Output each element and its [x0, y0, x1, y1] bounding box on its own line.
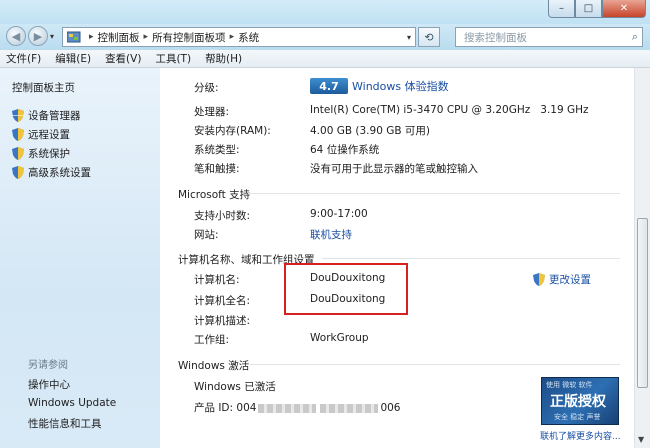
product-id-suffix: 006 — [380, 402, 401, 414]
search-placeholder: 搜索控制面板 — [464, 31, 527, 44]
scroll-down-icon[interactable]: ▼ — [638, 435, 644, 444]
forward-button[interactable]: ▶ — [28, 26, 48, 46]
vertical-scrollbar[interactable]: ▼ — [634, 68, 650, 448]
sidebar-item-system-protection[interactable]: 系统保护 — [12, 146, 70, 161]
menu-tools[interactable]: 工具(T) — [155, 51, 191, 66]
search-icon[interactable]: ⌕ — [632, 30, 638, 44]
genuine-badge-title: 正版授权 — [550, 394, 606, 410]
sidebar: 控制面板主页 设备管理器 远程设置 系统保护 高级系统设置 另请参阅 操作中心 … — [0, 68, 160, 448]
pen-touch-label: 笔和触摸: — [194, 163, 240, 175]
refresh-button[interactable]: ⟲ — [418, 27, 440, 47]
shield-icon — [12, 128, 24, 141]
full-name-label: 计算机全名: — [194, 295, 251, 307]
forward-arrow-icon: ▶ — [33, 29, 43, 43]
sidebar-home-link[interactable]: 控制面板主页 — [12, 80, 75, 95]
online-support-link[interactable]: 联机支持 — [310, 227, 352, 242]
memory-label: 安装内存(RAM): — [194, 125, 271, 137]
memory-value: 4.00 GB (3.90 GB 可用) — [310, 125, 430, 137]
title-bar: – □ ✕ — [0, 0, 650, 24]
genuine-badge-bottom: 安全 稳定 声誉 — [554, 413, 601, 421]
processor-value: Intel(R) Core(TM) i5-3470 CPU @ 3.20GHz … — [310, 104, 589, 116]
system-type-value: 64 位操作系统 — [310, 144, 380, 156]
system-type-label: 系统类型: — [194, 144, 240, 156]
shield-icon — [12, 166, 24, 179]
pen-touch-value: 没有可用于此显示器的笔或触控输入 — [310, 163, 478, 175]
menu-help[interactable]: 帮助(H) — [205, 51, 242, 66]
website-label: 网站: — [194, 229, 219, 241]
menu-file[interactable]: 文件(F) — [6, 51, 41, 66]
section-divider — [250, 364, 620, 365]
product-id-prefix: 产品 ID: 004 — [194, 402, 257, 414]
recent-pages-dropdown[interactable]: ▾ — [50, 32, 54, 41]
redacted-segment — [320, 403, 379, 413]
sidebar-item-remote-settings[interactable]: 远程设置 — [12, 127, 70, 142]
change-settings-link[interactable]: 更改设置 — [533, 272, 591, 287]
sidebar-item-label: 设备管理器 — [28, 110, 81, 122]
menu-bar: 文件(F) 编辑(E) 查看(V) 工具(T) 帮助(H) — [0, 50, 650, 68]
computer-name-label: 计算机名: — [194, 274, 240, 286]
minimize-icon[interactable]: – — [548, 0, 575, 18]
experience-index-link[interactable]: Windows 体验指数 — [352, 78, 449, 94]
sidebar-item-advanced-settings[interactable]: 高级系统设置 — [12, 165, 91, 180]
menu-edit[interactable]: 编辑(E) — [55, 51, 91, 66]
address-dropdown-icon[interactable]: ▾ — [407, 33, 411, 42]
breadcrumb-separator: ▸ — [89, 32, 94, 42]
back-arrow-icon: ◀ — [11, 29, 21, 43]
highlight-box — [284, 263, 408, 315]
breadcrumb-separator[interactable]: ▸ — [230, 32, 235, 42]
support-section-title: Microsoft 支持 — [178, 189, 251, 201]
see-also-heading: 另请参阅 — [28, 360, 68, 371]
see-also-windows-update[interactable]: Windows Update — [28, 397, 116, 409]
rating-score-badge: 4.7 — [310, 78, 348, 94]
breadcrumb-control-panel[interactable]: 控制面板 — [98, 30, 140, 45]
learn-more-link[interactable]: 联机了解更多内容... — [540, 429, 621, 442]
shield-icon — [12, 109, 24, 122]
genuine-badge[interactable]: 使用 微软 软件 正版授权 安全 稳定 声誉 — [541, 377, 619, 425]
change-settings-label: 更改设置 — [549, 274, 591, 286]
refresh-icon: ⟲ — [424, 30, 434, 44]
address-bar[interactable]: ▸ 控制面板 ▸ 所有控制面板项 ▸ 系统 ▾ — [62, 27, 416, 47]
see-also-performance[interactable]: 性能信息和工具 — [28, 416, 102, 431]
product-id: 产品 ID: 004 006 — [194, 400, 400, 415]
shield-icon — [533, 273, 545, 286]
shield-icon — [12, 147, 24, 160]
sidebar-item-label: 系统保护 — [28, 148, 70, 160]
workgroup-label: 工作组: — [194, 334, 230, 346]
support-hours-label: 支持小时数: — [194, 210, 251, 222]
address-row: ◀ ▶ ▾ ▸ 控制面板 ▸ 所有控制面板项 ▸ 系统 ▾ ⟲ 搜索控制面板 ⌕ — [0, 24, 650, 50]
description-label: 计算机描述: — [194, 315, 251, 327]
close-icon[interactable]: ✕ — [602, 0, 646, 18]
rating-label: 分级: — [194, 82, 219, 94]
breadcrumb-system[interactable]: 系统 — [238, 30, 259, 45]
sidebar-item-device-manager[interactable]: 设备管理器 — [12, 108, 81, 123]
section-divider — [248, 193, 620, 194]
workgroup-value: WorkGroup — [310, 332, 369, 344]
experience-rating: 4.7 Windows 体验指数 — [310, 78, 449, 94]
redacted-segment — [258, 403, 317, 413]
breadcrumb-all-items[interactable]: 所有控制面板项 — [152, 30, 226, 45]
support-hours-value: 9:00-17:00 — [310, 208, 368, 220]
section-divider — [322, 258, 620, 259]
back-button[interactable]: ◀ — [6, 26, 26, 46]
genuine-badge-top: 使用 微软 软件 — [546, 381, 593, 389]
activation-status: Windows 已激活 — [194, 381, 276, 393]
control-panel-icon — [67, 31, 81, 43]
sidebar-item-label: 高级系统设置 — [28, 167, 91, 179]
see-also-action-center[interactable]: 操作中心 — [28, 377, 70, 392]
maximize-icon[interactable]: □ — [575, 0, 602, 18]
menu-view[interactable]: 查看(V) — [105, 51, 141, 66]
activation-section-title: Windows 激活 — [178, 360, 250, 372]
scrollbar-thumb[interactable] — [637, 218, 648, 388]
breadcrumb-separator[interactable]: ▸ — [144, 32, 149, 42]
system-details-pane: 分级: 4.7 Windows 体验指数 处理器: Intel(R) Core(… — [160, 68, 634, 448]
processor-label: 处理器: — [194, 106, 230, 118]
sidebar-item-label: 远程设置 — [28, 129, 70, 141]
search-input[interactable]: 搜索控制面板 ⌕ — [455, 27, 643, 47]
